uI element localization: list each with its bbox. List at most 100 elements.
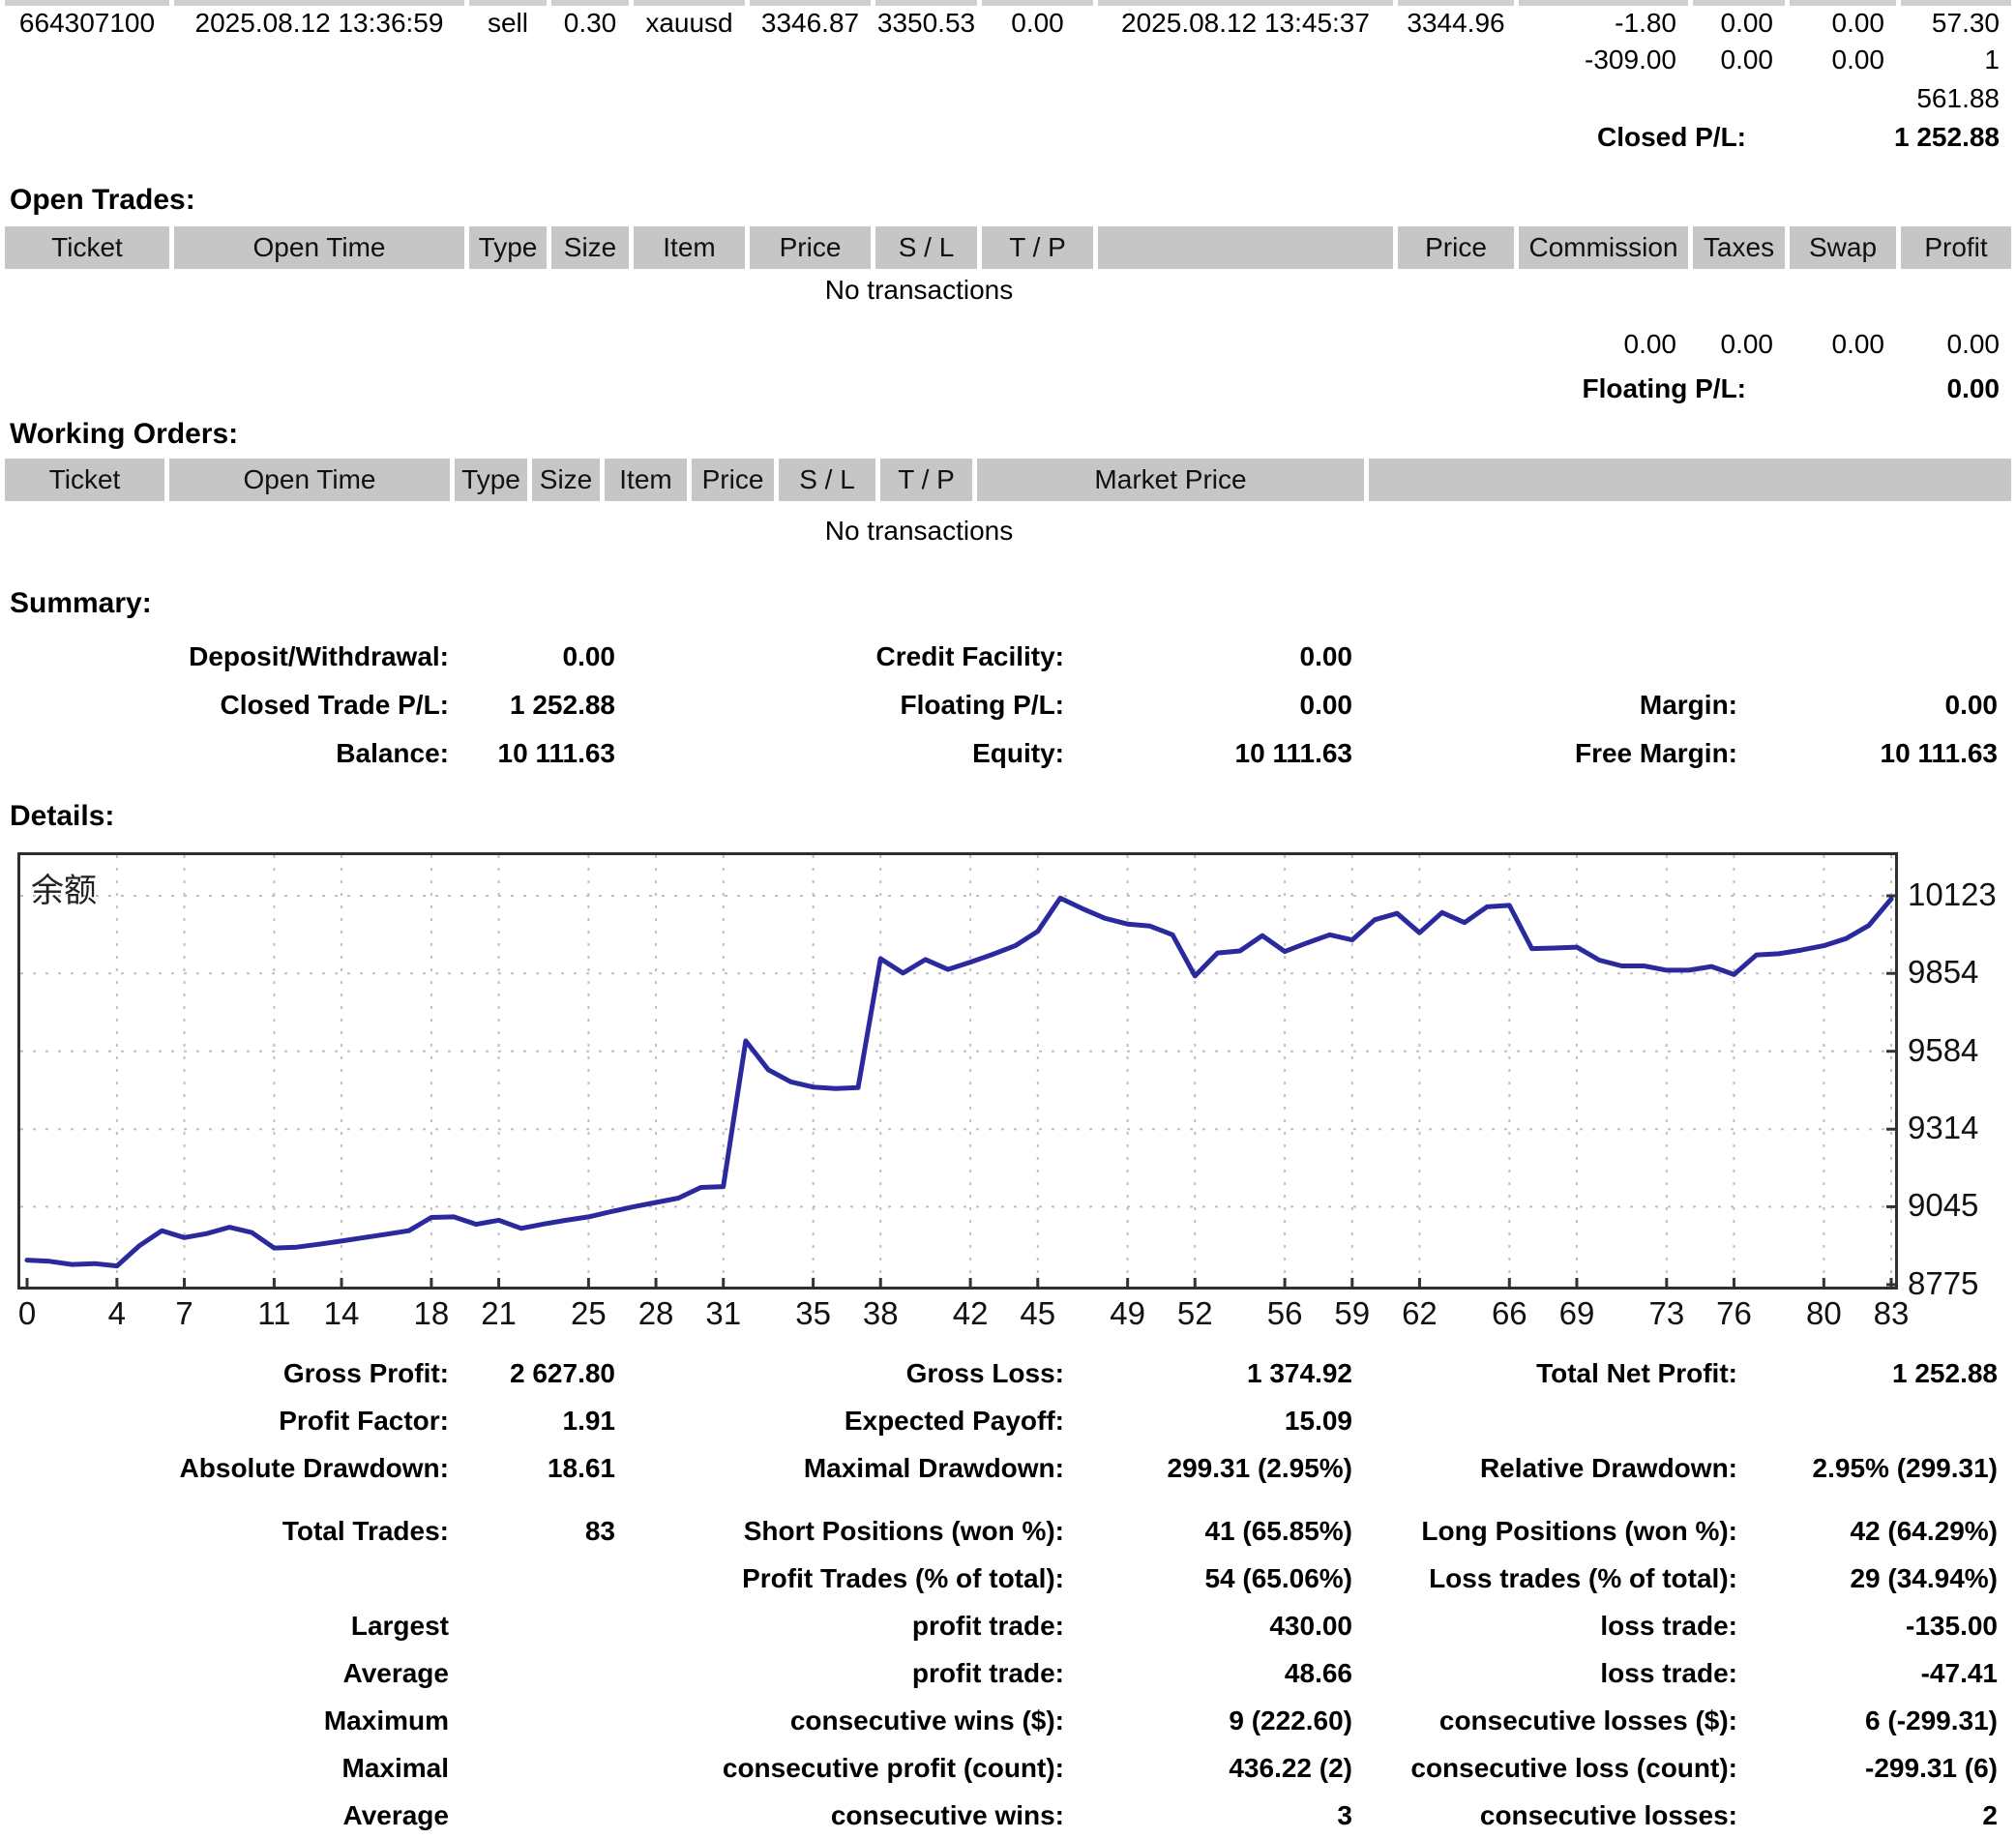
stat-label: consecutive losses: [1354,1792,1739,1839]
x-axis-label: 52 [1151,1295,1238,1332]
stat-label: Gross Loss: [617,1350,1066,1397]
trade-item: xauusd [634,6,745,41]
summary-value: 0.00 [1066,633,1354,681]
open-total-swap: 0.00 [1790,321,1896,368]
trade-price: 3346.87 [750,6,871,41]
col-sl: S / L [779,459,875,501]
floating-pl-label: Floating P/L: [5,368,1785,410]
stat-value: 15.09 [1066,1397,1354,1444]
stat-value: 9 (222.60) [1066,1697,1354,1744]
summary-label [1354,633,1739,681]
stat-value [451,1555,617,1602]
trade-sl: 3350.53 [875,6,977,41]
stat-value: 299.31 (2.95%) [1066,1444,1354,1492]
stat-label: Loss trades (% of total): [1354,1555,1739,1602]
stat-value: 48.66 [1066,1649,1354,1697]
stat-label: Average [0,1792,451,1839]
stat-label: loss trade: [1354,1602,1739,1649]
trade-open-time: 2025.08.12 13:36:59 [174,6,464,41]
stat-value: 1 374.92 [1066,1350,1354,1397]
stat-value: 3 [1066,1792,1354,1839]
x-axis-label: 7 [141,1295,228,1332]
stat-value: 42 (64.29%) [1739,1507,2000,1555]
col-item: Item [605,459,687,501]
stat-value: 83 [451,1507,617,1555]
x-axis-label: 38 [837,1295,924,1332]
stat-label: Maximum [0,1697,451,1744]
stat-value [451,1744,617,1792]
stat-value: 1 252.88 [1739,1350,2000,1397]
trade-commission: -1.80 [1519,6,1688,41]
col-close-price: Price [1398,226,1514,269]
stat-value [451,1649,617,1697]
closed-trades-table: 664307100 2025.08.12 13:36:59 sell 0.30 … [0,0,2016,157]
plot-border [19,854,1897,1289]
stat-value: 2 627.80 [451,1350,617,1397]
stat-label: Short Positions (won %): [617,1507,1066,1555]
stat-label: Largest [0,1602,451,1649]
floating-pl-row: Floating P/L: 0.00 [0,368,2016,410]
summary-value: 0.00 [451,633,617,681]
open-totals-row: 0.00 0.00 0.00 0.00 [0,321,2016,368]
stat-label: Profit Trades (% of total): [617,1555,1066,1602]
col-size: Size [551,226,629,269]
total-swap: 0.00 [1790,41,1896,118]
closed-totals-row: -309.00 0.00 0.00 1 561.88 [0,41,2016,118]
trade-taxes: 0.00 [1693,6,1785,41]
trade-ticket: 664307100 [5,6,169,41]
stat-label: consecutive losses ($): [1354,1697,1739,1744]
trade-type: sell [469,6,547,41]
x-axis-label: 62 [1376,1295,1463,1332]
stat-value: 29 (34.94%) [1739,1555,2000,1602]
balance-line [27,898,1891,1265]
stat-row: Maximal consecutive profit (count): 436.… [0,1744,2016,1792]
stat-row: Maximum consecutive wins ($): 9 (222.60)… [0,1697,2016,1744]
working-orders-title: Working Orders: [0,418,2016,451]
col-item: Item [634,226,745,269]
balance-chart-canvas [17,852,1898,1290]
summary-block: Deposit/Withdrawal: 0.00 Credit Facility… [0,633,2016,778]
open-total-profit: 0.00 [1901,321,2011,368]
stat-label: consecutive loss (count): [1354,1744,1739,1792]
stat-label: Gross Profit: [0,1350,451,1397]
col-taxes: Taxes [1693,226,1785,269]
stat-value: -299.31 (6) [1739,1744,2000,1792]
stat-row: Largest profit trade: 430.00 loss trade:… [0,1602,2016,1649]
x-axis-label: 14 [298,1295,385,1332]
x-axis-label: 21 [456,1295,543,1332]
stat-label: profit trade: [617,1649,1066,1697]
col-type: Type [469,226,547,269]
stat-value: 18.61 [451,1444,617,1492]
stat-value: 2 [1739,1792,2000,1839]
x-axis-label: 69 [1533,1295,1620,1332]
details-title: Details: [0,797,2016,836]
stat-label: Expected Payoff: [617,1397,1066,1444]
col-type: Type [455,459,527,501]
balance-chart: 余额 1012398549584931490458775 04711141821… [0,852,2016,1334]
stat-label: Absolute Drawdown: [0,1444,451,1492]
stat-label: Average [0,1649,451,1697]
x-axis-label: 76 [1690,1295,1777,1332]
col-size: Size [532,459,600,501]
stat-label: profit trade: [617,1602,1066,1649]
stat-label: Long Positions (won %): [1354,1507,1739,1555]
y-axis-label: 9854 [1908,954,2014,991]
summary-value: 1 252.88 [451,681,617,729]
stat-value: -135.00 [1739,1602,2000,1649]
stat-value: 1.91 [451,1397,617,1444]
chart-series-label: 余额 [31,864,97,911]
stat-value: -47.41 [1739,1649,2000,1697]
summary-label: Floating P/L: [617,681,1066,729]
working-orders-empty: No transactions [0,507,1838,555]
y-axis-label: 9314 [1908,1110,2014,1146]
stat-value: 6 (-299.31) [1739,1697,2000,1744]
stat-label: loss trade: [1354,1649,1739,1697]
col-sl: S / L [875,226,977,269]
stat-row: Profit Factor: 1.91 Expected Payoff: 15.… [0,1397,2016,1444]
total-taxes: 0.00 [1693,41,1785,118]
stat-value [451,1697,617,1744]
trade-swap: 0.00 [1790,6,1896,41]
x-axis-label: 31 [680,1295,767,1332]
stat-row: Gross Profit: 2 627.80 Gross Loss: 1 374… [0,1350,2016,1397]
col-open-time: Open Time [174,226,464,269]
